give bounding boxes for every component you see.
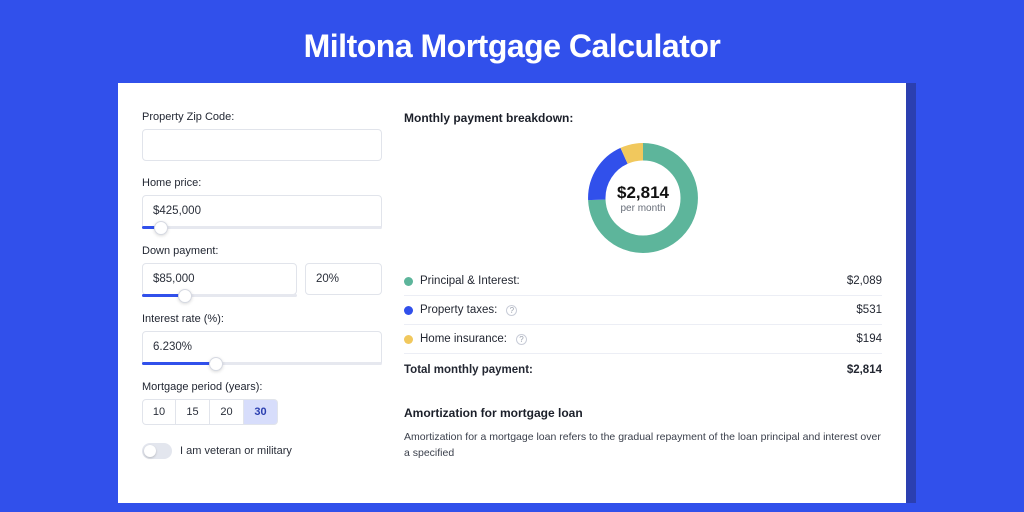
interest-slider[interactable] <box>142 362 382 365</box>
legend: Principal & Interest: $2,089 Property ta… <box>404 275 882 384</box>
down-payment-slider[interactable] <box>142 294 297 297</box>
donut-chart: $2,814 per month <box>582 137 704 259</box>
veteran-toggle-row: I am veteran or military <box>142 443 382 459</box>
down-payment-label: Down payment: <box>142 245 382 257</box>
dot-icon <box>404 277 413 286</box>
slider-thumb[interactable] <box>209 357 223 371</box>
slider-fill <box>142 362 216 365</box>
home-price-slider[interactable] <box>142 226 382 229</box>
down-payment-amount-input[interactable] <box>142 263 297 295</box>
down-payment-percent-input[interactable] <box>305 263 382 295</box>
home-price-input[interactable] <box>142 195 382 227</box>
info-icon[interactable]: ? <box>516 334 527 345</box>
legend-value: $531 <box>856 304 882 316</box>
down-payment-group: Down payment: <box>142 245 382 297</box>
total-label: Total monthly payment: <box>404 364 533 376</box>
donut-wrap: $2,814 per month <box>404 137 882 259</box>
legend-label: Principal & Interest: <box>420 275 520 287</box>
zip-input[interactable] <box>142 129 382 161</box>
legend-value: $2,089 <box>847 275 882 287</box>
slider-thumb[interactable] <box>178 289 192 303</box>
period-10-button[interactable]: 10 <box>142 399 176 425</box>
slider-thumb[interactable] <box>154 221 168 235</box>
legend-row-taxes: Property taxes: ? $531 <box>404 296 882 325</box>
calculator-card: Property Zip Code: Home price: Down paym… <box>118 83 906 503</box>
home-price-group: Home price: <box>142 177 382 229</box>
zip-label: Property Zip Code: <box>142 111 382 123</box>
amortization-title: Amortization for mortgage loan <box>404 406 882 420</box>
amortization-text: Amortization for a mortgage loan refers … <box>404 430 882 462</box>
dot-icon <box>404 335 413 344</box>
donut-amount: $2,814 <box>617 183 669 203</box>
period-30-button[interactable]: 30 <box>244 399 278 425</box>
donut-center: $2,814 per month <box>582 137 704 259</box>
form-column: Property Zip Code: Home price: Down paym… <box>142 111 382 483</box>
veteran-label: I am veteran or military <box>180 445 292 457</box>
period-15-button[interactable]: 15 <box>176 399 210 425</box>
legend-row-principal: Principal & Interest: $2,089 <box>404 275 882 296</box>
period-20-button[interactable]: 20 <box>210 399 244 425</box>
info-icon[interactable]: ? <box>506 305 517 316</box>
interest-input[interactable] <box>142 331 382 363</box>
interest-group: Interest rate (%): <box>142 313 382 365</box>
period-button-row: 10 15 20 30 <box>142 399 382 425</box>
period-group: Mortgage period (years): 10 15 20 30 <box>142 381 382 425</box>
veteran-toggle[interactable] <box>142 443 172 459</box>
home-price-label: Home price: <box>142 177 382 189</box>
legend-value: $194 <box>856 333 882 345</box>
breakdown-title: Monthly payment breakdown: <box>404 111 882 125</box>
dot-icon <box>404 306 413 315</box>
legend-row-total: Total monthly payment: $2,814 <box>404 354 882 384</box>
zip-group: Property Zip Code: <box>142 111 382 161</box>
period-label: Mortgage period (years): <box>142 381 382 393</box>
page-title: Miltona Mortgage Calculator <box>0 0 1024 83</box>
amortization-section: Amortization for mortgage loan Amortizat… <box>404 406 882 462</box>
breakdown-column: Monthly payment breakdown: $2,814 per mo… <box>404 111 882 483</box>
interest-label: Interest rate (%): <box>142 313 382 325</box>
legend-row-insurance: Home insurance: ? $194 <box>404 325 882 354</box>
donut-sub: per month <box>620 203 665 214</box>
legend-label: Property taxes: <box>420 304 497 316</box>
total-value: $2,814 <box>847 364 882 376</box>
legend-label: Home insurance: <box>420 333 507 345</box>
